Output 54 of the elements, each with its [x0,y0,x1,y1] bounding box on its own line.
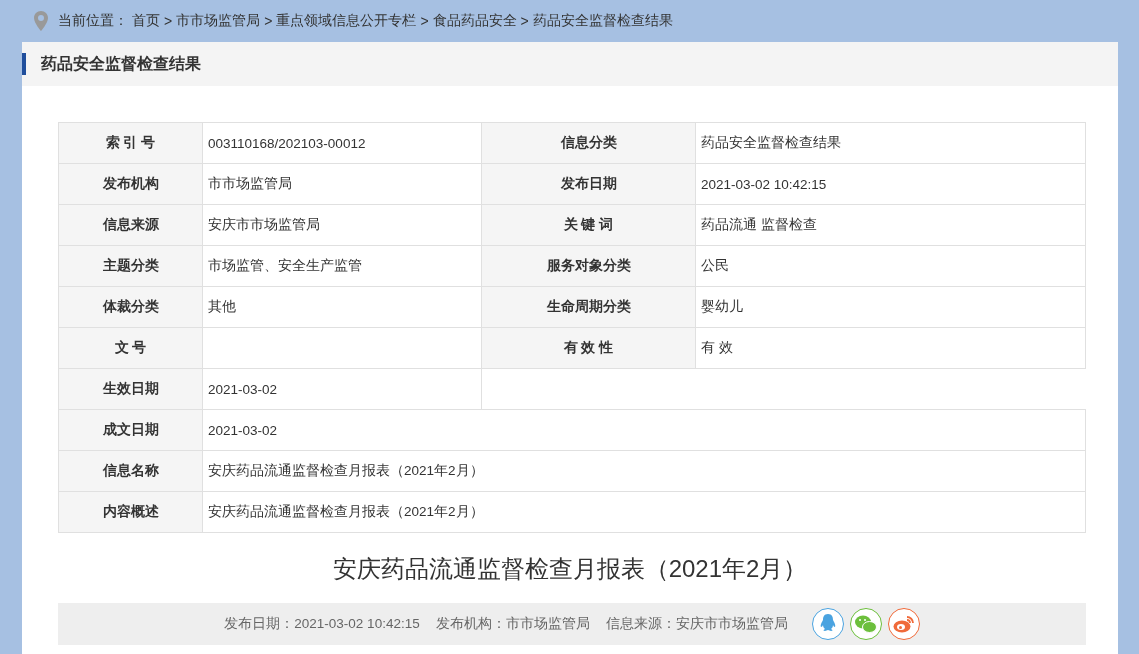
field-label: 信息来源 [58,204,203,246]
breadcrumb-separator: > [164,13,173,29]
field-value: 婴幼儿 [695,286,1086,328]
location-pin-icon [34,11,48,31]
breadcrumb-separator: > [420,13,429,29]
field-label: 有 效 性 [481,327,696,369]
share-button[interactable] [849,608,882,640]
field-label: 服务对象分类 [481,245,696,287]
field-label: 信息分类 [481,122,696,164]
field-value: 003110168/202103-00012 [202,122,482,164]
field-label: 关 键 词 [481,204,696,246]
meta-text: 发布机构：市市场监管局 [435,615,590,633]
field-value: 药品流通 监督检查 [695,204,1086,246]
field-label: 内容概述 [58,491,203,533]
breadcrumb-link[interactable]: 首页 [132,12,160,30]
field-value: 安庆市市场监管局 [202,204,482,246]
accent-bar [22,53,26,75]
field-value: 2021-03-02 10:42:15 [695,163,1086,205]
field-label: 索 引 号 [58,122,203,164]
field-label: 成文日期 [58,409,203,451]
field-value: 有 效 [695,327,1086,369]
meta-text: 发布日期：2021-03-02 10:42:15 [224,615,420,633]
weibo-icon [892,615,915,633]
meta-text: 信息来源：安庆市市场监管局 [605,615,788,633]
breadcrumb-link[interactable]: 市市场监管局 [176,12,261,30]
field-label: 体裁分类 [58,286,203,328]
section-title: 药品安全监督检查结果 [41,53,201,74]
field-value: 2021-03-02 [202,409,1086,451]
field-label: 发布日期 [481,163,696,205]
article-title: 安庆药品流通监督检查月报表（2021年2月） [331,554,809,584]
field-value: 市市场监管局 [202,163,482,205]
breadcrumb-separator: > [520,13,529,29]
field-label: 主题分类 [58,245,203,287]
breadcrumb-link[interactable]: 食品药品安全 [432,12,517,30]
field-value: 其他 [202,286,482,328]
share-button[interactable] [811,608,844,640]
breadcrumb-separator: > [264,13,273,29]
field-label: 信息名称 [58,450,203,492]
breadcrumb-label: 当前位置： [58,12,128,30]
field-label: 生效日期 [58,368,203,410]
chat-bubbles-icon [854,614,877,634]
field-value: 安庆药品流通监督检查月报表（2021年2月） [202,450,1086,492]
breadcrumb-link[interactable]: 重点领域信息公开专栏 [276,12,417,30]
field-value: 市场监管、安全生产监管 [202,245,482,287]
field-value: 公民 [695,245,1086,287]
field-label: 生命周期分类 [481,286,696,328]
field-value: 药品安全监督检查结果 [695,122,1086,164]
field-label: 发布机构 [58,163,203,205]
share-button[interactable] [887,608,920,640]
field-label: 文 号 [58,327,203,369]
field-value: 2021-03-02 [202,368,482,410]
penguin-icon [819,614,836,634]
field-value: 安庆药品流通监督检查月报表（2021年2月） [202,491,1086,533]
breadcrumb-link[interactable]: 药品安全监督检查结果 [532,12,673,30]
